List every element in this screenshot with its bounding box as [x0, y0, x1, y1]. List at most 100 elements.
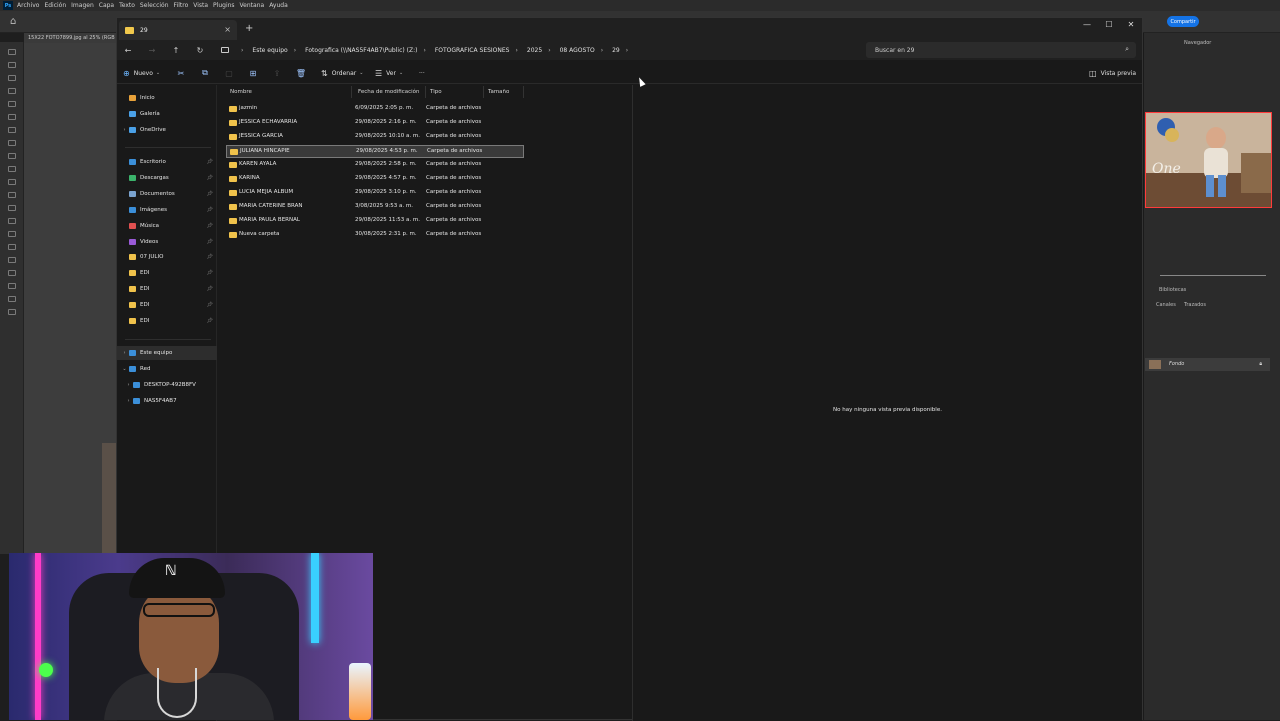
pin-icon[interactable]: 📌︎: [207, 223, 213, 229]
marquee-tool-icon[interactable]: [8, 62, 16, 68]
new-tab-icon[interactable]: +: [245, 23, 253, 34]
maximize-icon[interactable]: ☐: [1099, 20, 1119, 29]
breadcrumb-chevron-icon[interactable]: ›: [601, 47, 603, 54]
document-tab[interactable]: 15X22 FOTO7899.jpg al 25% (RGB: [24, 33, 116, 43]
expander-chevron-icon[interactable]: ›: [124, 382, 133, 388]
ps-menu-ventana[interactable]: Ventana: [240, 2, 265, 9]
new-button[interactable]: ⊕ Nuevo ⌄: [123, 66, 160, 80]
file-row[interactable]: LUCIA MEJIA ALBUM 29/08/2025 3:10 p. m. Ca…: [226, 187, 524, 200]
column-header-date[interactable]: Fecha de modificación: [354, 86, 426, 98]
tab-channels[interactable]: Canales: [1156, 302, 1176, 308]
breadcrumb-year[interactable]: 2025: [527, 47, 542, 54]
sort-button[interactable]: ⇅ Ordenar ⌄: [321, 66, 363, 80]
column-header-size[interactable]: Tamaño: [484, 86, 524, 98]
more-options-button[interactable]: ···: [419, 66, 425, 80]
nav-item-edi[interactable]: EDI 📌︎: [117, 266, 217, 280]
file-row[interactable]: KAREN AYALA 29/08/2025 2:58 p. m. Carpeta …: [226, 159, 524, 172]
breadcrumb-chevron-icon[interactable]: ›: [423, 47, 425, 54]
pin-icon[interactable]: 📌︎: [207, 191, 213, 197]
nav-item-este-equipo[interactable]: › Este equipo: [117, 346, 217, 360]
ps-menu-filtro[interactable]: Filtro: [174, 2, 189, 9]
zoom-tool-icon[interactable]: [8, 296, 16, 302]
expander-chevron-icon[interactable]: ›: [124, 398, 133, 404]
search-input[interactable]: Buscar en 29 ⌕: [866, 42, 1136, 58]
ps-menu-edicion[interactable]: Edición: [44, 2, 66, 9]
dodge-tool-icon[interactable]: [8, 218, 16, 224]
select-tool-icon[interactable]: [8, 88, 16, 94]
pin-icon[interactable]: 📌︎: [207, 175, 213, 181]
tab-navigator[interactable]: Navegador: [1184, 40, 1211, 46]
nav-item-07-julio[interactable]: 07 JULIO 📌︎: [117, 250, 217, 264]
pin-icon[interactable]: 📌︎: [207, 270, 213, 276]
file-row[interactable]: MARIA CATERINE BRAN 3/08/2025 9:53 a. m. C…: [226, 201, 524, 214]
pin-icon[interactable]: 📌︎: [207, 207, 213, 213]
eraser-tool-icon[interactable]: [8, 179, 16, 185]
nav-item-onedrive[interactable]: › OneDrive: [117, 123, 217, 137]
back-icon[interactable]: ←: [121, 43, 135, 57]
file-row[interactable]: JESSICA GARCIA 29/08/2025 10:10 a. m. Carp…: [226, 131, 524, 144]
photoshop-canvas[interactable]: [24, 43, 116, 553]
stamp-tool-icon[interactable]: [8, 153, 16, 159]
breadcrumb[interactable]: › Este equipo › Fotografica (\\NAS5F4AB7…: [221, 40, 637, 60]
file-row[interactable]: JESSICA ECHAVARRIA 29/08/2025 2:16 p. m. C…: [226, 117, 524, 130]
view-button[interactable]: ☰ Ver ⌄: [375, 66, 403, 80]
pin-icon[interactable]: 📌︎: [207, 159, 213, 165]
nav-item-desktop-492b8fv[interactable]: › DESKTOP-492B8FV: [117, 378, 217, 392]
file-row[interactable]: KARINA 29/08/2025 4:57 p. m. Carpeta de ar…: [226, 173, 524, 186]
copy-icon[interactable]: ⧉: [198, 66, 212, 80]
color-swatch-icon[interactable]: [8, 309, 16, 315]
minimize-icon[interactable]: —: [1077, 20, 1097, 29]
nav-item-nas5f4ab7[interactable]: › NAS5F4AB7: [117, 394, 217, 408]
close-tab-icon[interactable]: ×: [224, 25, 231, 34]
nav-item-im-genes[interactable]: Imágenes 📌︎: [117, 203, 217, 217]
shape-tool-icon[interactable]: [8, 270, 16, 276]
pin-icon[interactable]: 📌︎: [207, 239, 213, 245]
brush-tool-icon[interactable]: [8, 140, 16, 146]
tab-libraries[interactable]: Bibliotecas: [1159, 287, 1186, 293]
hand-tool-icon[interactable]: [8, 283, 16, 289]
nav-item-documentos[interactable]: Documentos 📌︎: [117, 187, 217, 201]
zoom-slider[interactable]: [1160, 275, 1266, 276]
expander-chevron-icon[interactable]: ›: [120, 127, 129, 133]
tab-paths[interactable]: Trazados: [1184, 302, 1206, 308]
column-header-type[interactable]: Tipo: [426, 86, 484, 98]
nav-item-red[interactable]: ⌄ Red: [117, 362, 217, 376]
breadcrumb-day[interactable]: 29: [612, 47, 620, 54]
nav-item-m-sica[interactable]: Música 📌︎: [117, 219, 217, 233]
rename-icon[interactable]: ⊞: [246, 66, 260, 80]
ps-menu-texto[interactable]: Texto: [119, 2, 135, 9]
ps-menu-ayuda[interactable]: Ayuda: [269, 2, 288, 9]
share-icon[interactable]: ⇪: [270, 66, 284, 80]
navigator-thumbnail[interactable]: One: [1145, 112, 1272, 208]
pen-tool-icon[interactable]: [8, 231, 16, 237]
expander-chevron-icon[interactable]: ›: [120, 350, 129, 356]
forward-icon[interactable]: →: [145, 43, 159, 57]
ps-menu-archivo[interactable]: Archivo: [17, 2, 39, 9]
file-row[interactable]: MARIA PAULA BERNAL 29/08/2025 11:53 a. m.…: [226, 215, 524, 228]
ps-menu-seleccion[interactable]: Selección: [140, 2, 169, 9]
file-row[interactable]: Nueva carpeta 30/08/2025 2:31 p. m. Carpet…: [226, 229, 524, 242]
breadcrumb-chevron-icon[interactable]: ›: [241, 47, 243, 54]
nav-item-inicio[interactable]: Inicio: [117, 91, 217, 105]
ps-menu-imagen[interactable]: Imagen: [71, 2, 94, 9]
eyedropper-tool-icon[interactable]: [8, 114, 16, 120]
paste-icon[interactable]: ▢: [222, 66, 236, 80]
breadcrumb-chevron-icon[interactable]: ›: [626, 47, 628, 54]
nav-item-galer-a[interactable]: Galería: [117, 107, 217, 121]
nav-item-edi[interactable]: EDI 📌︎: [117, 282, 217, 296]
history-brush-icon[interactable]: [8, 166, 16, 172]
breadcrumb-este-equipo[interactable]: Este equipo: [252, 47, 287, 54]
explorer-tab[interactable]: 29 ×: [119, 20, 237, 40]
blur-tool-icon[interactable]: [8, 205, 16, 211]
lock-icon[interactable]: 🔒︎: [1259, 361, 1262, 367]
up-icon[interactable]: ↑: [169, 43, 183, 57]
breadcrumb-drive[interactable]: Fotografica (\\NAS5F4AB7\Public) (Z:): [305, 47, 417, 54]
nav-item-escritorio[interactable]: Escritorio 📌︎: [117, 155, 217, 169]
move-tool-icon[interactable]: [8, 49, 16, 55]
breadcrumb-chevron-icon[interactable]: ›: [294, 47, 296, 54]
type-tool-icon[interactable]: [8, 244, 16, 250]
column-header-name[interactable]: Nombre: [226, 86, 352, 98]
ps-menu-plugins[interactable]: Plugins: [213, 2, 235, 9]
close-window-icon[interactable]: ✕: [1121, 20, 1141, 29]
pin-icon[interactable]: 📌︎: [207, 286, 213, 292]
